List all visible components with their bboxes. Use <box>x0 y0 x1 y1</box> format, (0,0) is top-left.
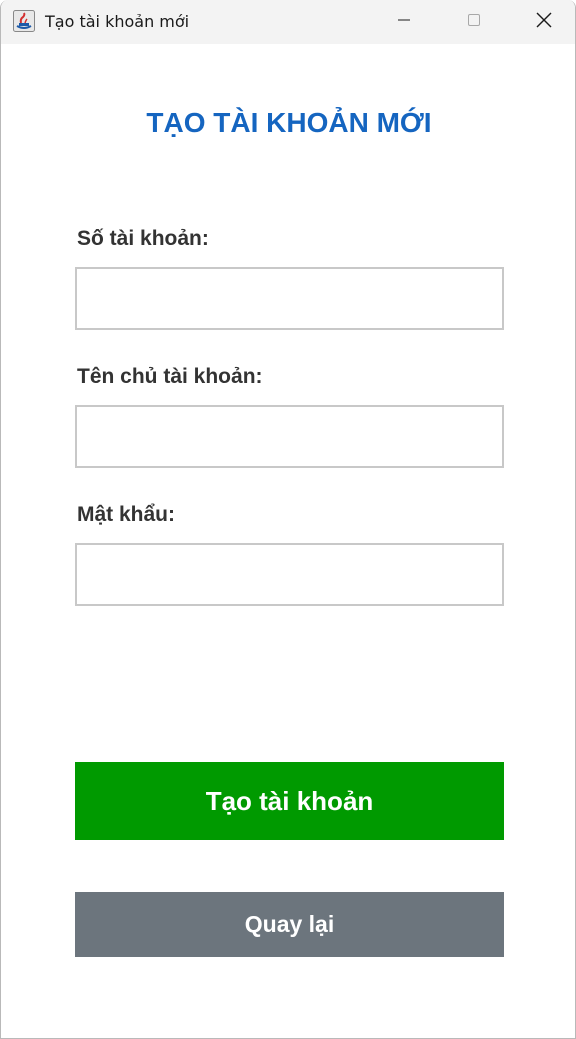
create-account-button[interactable]: Tạo tài khoản <box>75 762 504 840</box>
maximize-icon <box>466 12 482 33</box>
title-bar[interactable]: Tạo tài khoản mới <box>1 0 575 44</box>
page-title: TẠO TÀI KHOẢN MỚI <box>146 107 432 138</box>
account-number-label: Số tài khoản: <box>77 227 209 250</box>
minimize-icon <box>396 12 412 33</box>
app-window: Tạo tài khoản mới TẠO TÀI KHOẢN MỚI Số t… <box>0 0 576 1039</box>
java-app-icon <box>13 10 35 32</box>
account-number-input[interactable] <box>75 267 504 330</box>
account-holder-input[interactable] <box>75 405 504 468</box>
close-icon <box>535 11 553 34</box>
close-button[interactable] <box>509 0 575 44</box>
window-title: Tạo tài khoản mới <box>45 12 190 31</box>
account-holder-label: Tên chủ tài khoản: <box>77 365 263 388</box>
password-input[interactable] <box>75 543 504 606</box>
password-label: Mật khẩu: <box>77 503 176 526</box>
back-button[interactable]: Quay lại <box>75 892 504 957</box>
minimize-button[interactable] <box>369 0 439 44</box>
maximize-button[interactable] <box>439 0 509 44</box>
